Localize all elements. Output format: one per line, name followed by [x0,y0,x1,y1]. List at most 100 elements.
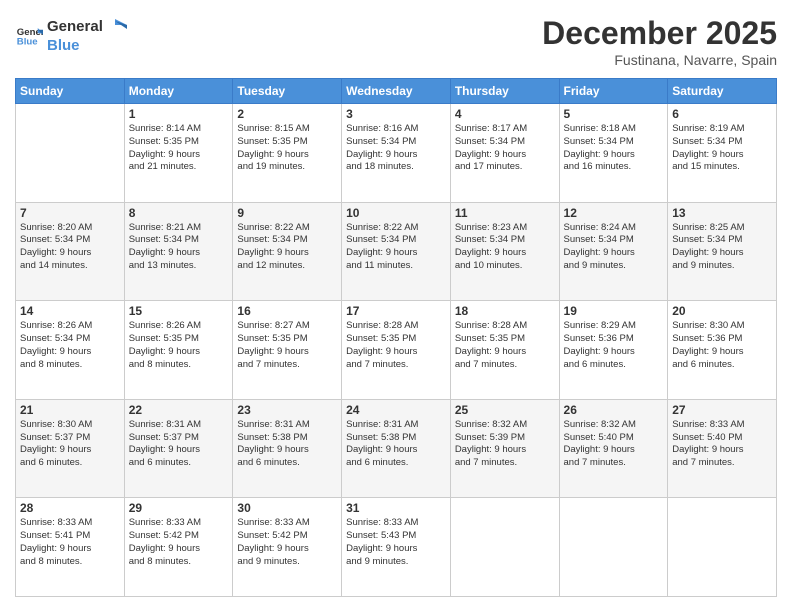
calendar-cell: 10 Sunrise: 8:22 AMSunset: 5:34 PMDayligh… [342,202,451,301]
day-number: 1 [129,107,229,121]
cell-info: Sunrise: 8:18 AMSunset: 5:34 PMDaylight:… [564,123,664,174]
cell-info: Sunrise: 8:30 AMSunset: 5:37 PMDaylight:… [20,419,120,470]
calendar-week-row: 21 Sunrise: 8:30 AMSunset: 5:37 PMDayligh… [16,399,777,498]
cell-info: Sunrise: 8:29 AMSunset: 5:36 PMDaylight:… [564,320,664,371]
day-number: 22 [129,403,229,417]
calendar-cell: 26Sunrise: 8:32 AMSunset: 5:40 PMDayligh… [559,399,668,498]
day-header-friday: Friday [559,79,668,104]
calendar-cell: 16Sunrise: 8:27 AMSunset: 5:35 PMDayligh… [233,301,342,400]
calendar-cell [559,498,668,597]
logo: General Blue General Blue [15,15,127,55]
calendar-week-row: 14 Sunrise: 8:26 AMSunset: 5:34 PMDayligh… [16,301,777,400]
cell-info: Sunrise: 8:31 AMSunset: 5:38 PMDaylight:… [346,419,446,470]
cell-info: Sunrise: 8:24 AMSunset: 5:34 PMDaylight:… [564,222,664,273]
day-number: 23 [237,403,337,417]
calendar-week-row: 7 Sunrise: 8:20 AMSunset: 5:34 PMDaylight… [16,202,777,301]
cell-info: Sunrise: 8:33 AMSunset: 5:43 PMDaylight:… [346,517,446,568]
calendar-cell [450,498,559,597]
day-number: 20 [672,304,772,318]
calendar-cell: 3 Sunrise: 8:16 AMSunset: 5:34 PMDaylight… [342,104,451,203]
day-header-wednesday: Wednesday [342,79,451,104]
calendar-cell: 22Sunrise: 8:31 AMSunset: 5:37 PMDayligh… [124,399,233,498]
calendar-cell: 4Sunrise: 8:17 AMSunset: 5:34 PMDaylight… [450,104,559,203]
calendar-cell: 6Sunrise: 8:19 AMSunset: 5:34 PMDaylight… [668,104,777,203]
day-number: 11 [455,206,555,220]
svg-text:Blue: Blue [17,37,38,48]
cell-info: Sunrise: 8:31 AMSunset: 5:38 PMDaylight:… [237,419,337,470]
calendar-cell: 2Sunrise: 8:15 AMSunset: 5:35 PMDaylight… [233,104,342,203]
calendar-cell: 15Sunrise: 8:26 AMSunset: 5:35 PMDayligh… [124,301,233,400]
day-number: 9 [237,206,337,220]
cell-info: Sunrise: 8:33 AMSunset: 5:41 PMDaylight:… [20,517,120,568]
day-number: 5 [564,107,664,121]
location: Fustinana, Navarre, Spain [542,52,777,68]
calendar-header-row: SundayMondayTuesdayWednesdayThursdayFrid… [16,79,777,104]
cell-info: Sunrise: 8:27 AMSunset: 5:35 PMDaylight:… [237,320,337,371]
cell-info: Sunrise: 8:33 AMSunset: 5:42 PMDaylight:… [129,517,229,568]
cell-info: Sunrise: 8:30 AMSunset: 5:36 PMDaylight:… [672,320,772,371]
cell-info: Sunrise: 8:17 AMSunset: 5:34 PMDaylight:… [455,123,555,174]
day-number: 8 [129,206,229,220]
calendar-cell: 29 Sunrise: 8:33 AMSunset: 5:42 PMDayligh… [124,498,233,597]
logo-blue: Blue [47,37,80,54]
day-number: 14 [20,304,120,318]
day-number: 30 [237,501,337,515]
calendar-cell: 24Sunrise: 8:31 AMSunset: 5:38 PMDayligh… [342,399,451,498]
day-number: 18 [455,304,555,318]
day-number: 25 [455,403,555,417]
calendar-cell: 17Sunrise: 8:28 AMSunset: 5:35 PMDayligh… [342,301,451,400]
calendar-cell: 30 Sunrise: 8:33 AMSunset: 5:42 PMDayligh… [233,498,342,597]
day-number: 29 [129,501,229,515]
cell-info: Sunrise: 8:20 AMSunset: 5:34 PMDaylight:… [20,222,120,273]
calendar-week-row: 1 Sunrise: 8:14 AMSunset: 5:35 PMDaylight… [16,104,777,203]
logo-bird-icon [105,15,127,37]
day-header-tuesday: Tuesday [233,79,342,104]
cell-info: Sunrise: 8:21 AMSunset: 5:34 PMDaylight:… [129,222,229,273]
day-header-thursday: Thursday [450,79,559,104]
calendar-table: SundayMondayTuesdayWednesdayThursdayFrid… [15,78,777,597]
day-number: 27 [672,403,772,417]
cell-info: Sunrise: 8:26 AMSunset: 5:35 PMDaylight:… [129,320,229,371]
calendar-week-row: 28Sunrise: 8:33 AMSunset: 5:41 PMDayligh… [16,498,777,597]
day-number: 21 [20,403,120,417]
day-number: 3 [346,107,446,121]
cell-info: Sunrise: 8:32 AMSunset: 5:40 PMDaylight:… [564,419,664,470]
logo-icon: General Blue [15,21,43,49]
logo-wordmark: General Blue [47,15,127,55]
cell-info: Sunrise: 8:16 AMSunset: 5:34 PMDaylight:… [346,123,446,174]
month-title: December 2025 [542,15,777,52]
cell-info: Sunrise: 8:32 AMSunset: 5:39 PMDaylight:… [455,419,555,470]
calendar-cell: 20 Sunrise: 8:30 AMSunset: 5:36 PMDayligh… [668,301,777,400]
day-number: 2 [237,107,337,121]
day-number: 10 [346,206,446,220]
day-number: 7 [20,206,120,220]
calendar-cell: 19 Sunrise: 8:29 AMSunset: 5:36 PMDayligh… [559,301,668,400]
day-number: 19 [564,304,664,318]
day-number: 12 [564,206,664,220]
calendar-cell: 13Sunrise: 8:25 AMSunset: 5:34 PMDayligh… [668,202,777,301]
calendar-cell: 18Sunrise: 8:28 AMSunset: 5:35 PMDayligh… [450,301,559,400]
cell-info: Sunrise: 8:22 AMSunset: 5:34 PMDaylight:… [346,222,446,273]
calendar-cell: 21 Sunrise: 8:30 AMSunset: 5:37 PMDayligh… [16,399,125,498]
main-container: General Blue General Blue Decembe [0,0,792,612]
cell-info: Sunrise: 8:28 AMSunset: 5:35 PMDaylight:… [346,320,446,371]
logo-general: General [47,18,103,35]
calendar-cell: 14 Sunrise: 8:26 AMSunset: 5:34 PMDayligh… [16,301,125,400]
day-header-sunday: Sunday [16,79,125,104]
calendar-cell [668,498,777,597]
cell-info: Sunrise: 8:33 AMSunset: 5:40 PMDaylight:… [672,419,772,470]
calendar-cell [16,104,125,203]
calendar-cell: 11 Sunrise: 8:23 AMSunset: 5:34 PMDayligh… [450,202,559,301]
calendar-cell: 5 Sunrise: 8:18 AMSunset: 5:34 PMDaylight… [559,104,668,203]
day-header-saturday: Saturday [668,79,777,104]
cell-info: Sunrise: 8:33 AMSunset: 5:42 PMDaylight:… [237,517,337,568]
calendar-cell: 8 Sunrise: 8:21 AMSunset: 5:34 PMDaylight… [124,202,233,301]
cell-info: Sunrise: 8:14 AMSunset: 5:35 PMDaylight:… [129,123,229,174]
calendar-cell: 31Sunrise: 8:33 AMSunset: 5:43 PMDayligh… [342,498,451,597]
calendar-cell: 12 Sunrise: 8:24 AMSunset: 5:34 PMDayligh… [559,202,668,301]
calendar-cell: 27 Sunrise: 8:33 AMSunset: 5:40 PMDayligh… [668,399,777,498]
calendar-cell: 7 Sunrise: 8:20 AMSunset: 5:34 PMDaylight… [16,202,125,301]
header: General Blue General Blue Decembe [15,15,777,68]
cell-info: Sunrise: 8:26 AMSunset: 5:34 PMDaylight:… [20,320,120,371]
cell-info: Sunrise: 8:23 AMSunset: 5:34 PMDaylight:… [455,222,555,273]
